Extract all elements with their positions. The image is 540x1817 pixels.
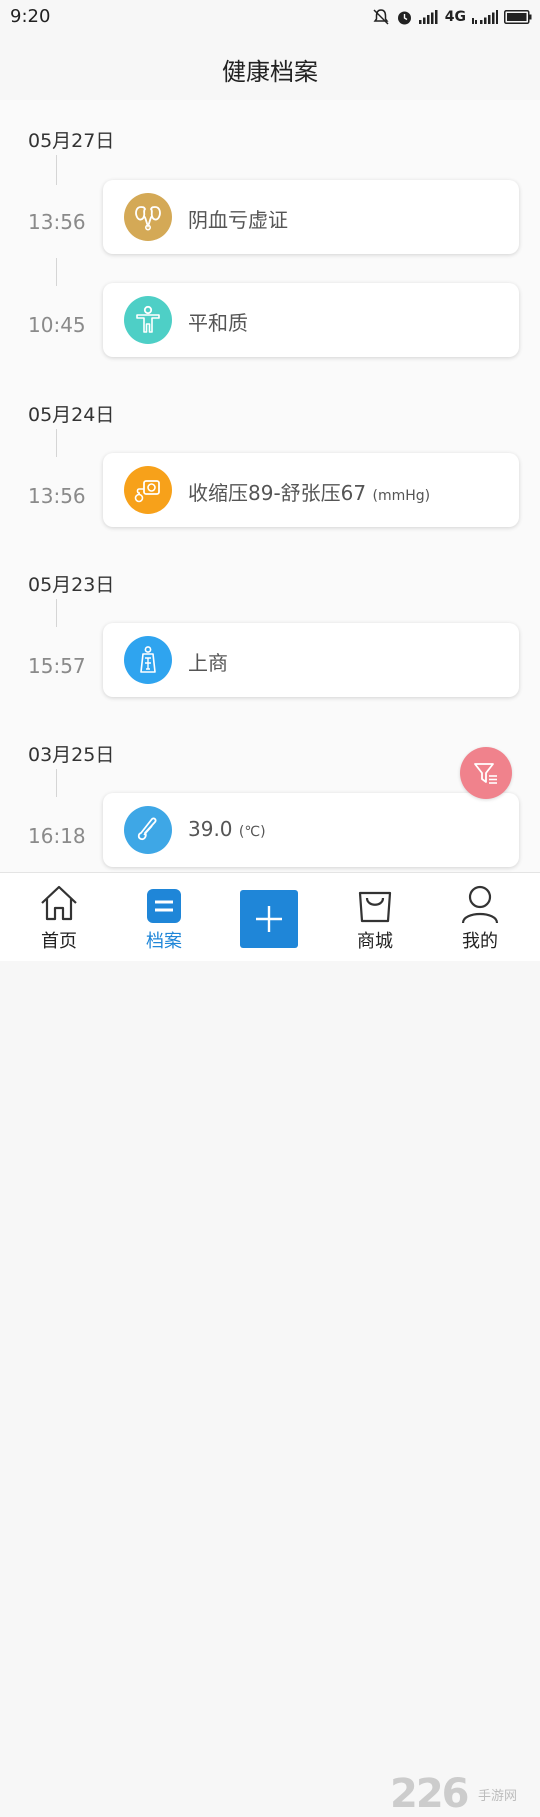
record-card-blood-pressure[interactable]: 收缩压89-舒张压67 (mmHg) [103,453,519,527]
record-text: 平和质 [188,311,248,335]
blood-pressure-icon [124,466,172,514]
kidney-icon [124,193,172,241]
alarm-clock-icon [397,11,411,24]
body-figure-icon [124,296,172,344]
record-text: 39.0 (℃) [188,817,266,841]
record-time: 16:18 [28,824,86,848]
thermometer-icon [124,806,172,854]
shopping-bag-icon [358,891,392,923]
page-title: 健康档案 [222,58,318,86]
header: 健康档案 [0,34,540,100]
filter-icon [474,763,497,784]
bp-value: 收缩压89-舒张压67 [188,481,367,505]
mute-notification-icon [373,9,389,25]
network-type: 4G [444,9,466,25]
tab-profile-label: 我的 [462,931,498,952]
signal-icon-2 [472,10,498,24]
signal-icon [418,10,438,24]
timeline-connector [56,155,57,185]
timeline-list[interactable]: 05月27日 13:56 阴血亏虚证 10:45 平和质 05月24日 13:5… [0,100,540,872]
watermark-logo: 226 [390,1771,469,1817]
record-card-syndrome[interactable]: 阴血亏虚证 [103,180,519,254]
record-card-constitution[interactable]: 平和质 [103,283,519,357]
date-header: 05月23日 [28,574,115,596]
timeline-connector [56,429,57,457]
filter-button[interactable] [460,747,512,799]
tab-mall-label: 商城 [357,931,393,952]
tab-mall[interactable]: 商城 [325,873,425,961]
meridian-icon [124,636,172,684]
add-record-button[interactable] [240,890,298,948]
plus-icon [256,906,282,932]
timeline-connector [56,769,57,797]
record-text: 阴血亏虚证 [188,208,288,232]
date-header: 03月25日 [28,744,115,766]
status-time: 9:20 [10,6,51,27]
battery-icon [504,10,532,24]
record-time: 13:56 [28,210,86,234]
record-time: 13:56 [28,484,86,508]
record-card-meridian[interactable]: 上商 [103,623,519,697]
timeline-connector [56,258,57,286]
status-bar: 9:20 4G [0,0,540,34]
records-icon [147,889,181,923]
watermark-caption: 手游网 [478,1789,518,1804]
record-text: 收缩压89-舒张压67 (mmHg) [188,477,430,506]
temperature-unit: (℃) [238,824,266,840]
tab-records[interactable]: 档案 [114,873,214,961]
tab-home-label: 首页 [41,931,77,952]
bottom-tab-bar: 首页 档案 商城 我的 226 手游网 [0,872,540,1817]
date-header: 05月24日 [28,404,115,426]
tab-records-label: 档案 [146,931,182,952]
record-time: 15:57 [28,654,86,678]
record-time: 10:45 [28,313,86,337]
bp-unit: (mmHg) [372,488,431,504]
date-header: 05月27日 [28,130,115,152]
status-icons: 4G [372,6,532,28]
record-text: 上商 [188,651,228,675]
home-icon [41,885,77,921]
record-card-temperature[interactable]: 39.0 (℃) [103,793,519,867]
timeline-connector [56,599,57,627]
tab-home[interactable]: 首页 [9,873,109,961]
user-icon [461,885,499,924]
temperature-value: 39.0 [188,817,233,841]
tab-profile[interactable]: 我的 [430,873,530,961]
